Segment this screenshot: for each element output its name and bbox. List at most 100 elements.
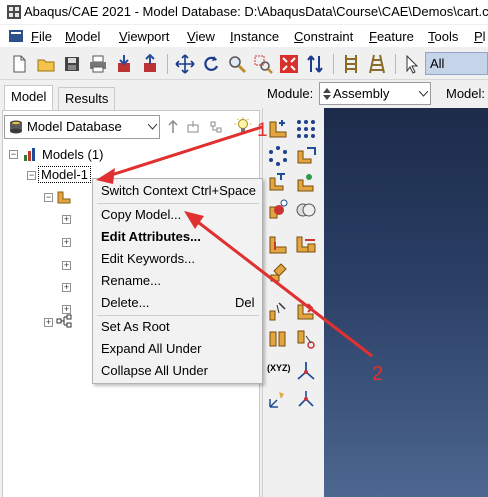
position-constraint-icon[interactable] (267, 234, 289, 256)
edge-to-edge-icon[interactable] (267, 261, 289, 283)
rotate-instance-icon[interactable] (267, 172, 289, 194)
datum-csys-icon[interactable] (295, 388, 317, 410)
menu-item-collapse-all[interactable]: Collapse All Under (101, 363, 208, 378)
tree-expander-models[interactable]: − (9, 150, 18, 159)
tree-expander-child-4[interactable]: + (62, 283, 71, 292)
datum-axis-icon[interactable] (267, 388, 289, 410)
highlight-lightbulb-icon[interactable] (234, 117, 252, 135)
tree-expander-child-1[interactable]: + (62, 215, 71, 224)
boolean-instance-icon[interactable] (295, 199, 317, 221)
menu-item-set-as-root[interactable]: Set As Root (101, 319, 170, 334)
grid-pattern-icon[interactable] (295, 118, 317, 140)
export-icon[interactable] (139, 53, 161, 75)
selection-filter-value: All (430, 56, 445, 71)
title-bar: Abaqus/CAE 2021 - Model Database: D:\Aba… (0, 0, 488, 24)
coincident-point-icon[interactable] (295, 301, 317, 323)
menu-constraint[interactable]: Constraint (294, 29, 353, 44)
radial-pattern-icon[interactable] (267, 145, 289, 167)
face-to-face-icon[interactable] (267, 301, 289, 323)
tree-database-value: Model Database (27, 119, 122, 134)
menu-model[interactable]: Model (65, 29, 100, 44)
menu-item-delete[interactable]: Delete... (101, 295, 149, 310)
menu-tools[interactable]: Tools (428, 29, 458, 44)
menu-bar: File Model Viewport View Instance Constr… (0, 25, 488, 47)
tree-expander-parts[interactable]: − (44, 193, 53, 202)
menu-plugins[interactable]: Pl (474, 29, 486, 44)
window-title: Abaqus/CAE 2021 - Model Database: D:\Aba… (24, 4, 488, 19)
menu-file[interactable]: File (31, 29, 52, 44)
menu-instance[interactable]: Instance (230, 29, 279, 44)
tree-model-1-label[interactable]: Model-1 (38, 166, 91, 183)
module-value: Assembly (333, 86, 390, 101)
annotations-node-icon (56, 314, 72, 328)
menu-item-rename[interactable]: Rename... (101, 273, 161, 288)
abaqus-app-icon (7, 5, 21, 19)
menu-separator (97, 315, 259, 316)
selection-filter-combo[interactable]: All (425, 52, 488, 75)
tree-expander-annotations[interactable]: + (44, 318, 53, 327)
cycle-views-icon[interactable] (304, 53, 326, 75)
instance-part-icon[interactable] (267, 118, 289, 140)
tree-expander-child-2[interactable]: + (62, 238, 71, 247)
assembly-toolbox: (XYZ) (262, 108, 324, 497)
menu-view[interactable]: View (187, 29, 215, 44)
module-combo[interactable]: Assembly (319, 82, 431, 105)
tree-database-combo[interactable]: Model Database (4, 115, 160, 139)
toolbar-separator (167, 54, 168, 74)
menu-item-edit-attributes[interactable]: Edit Attributes... (101, 229, 201, 244)
module-spinner-icon (323, 88, 331, 100)
menu-separator (97, 203, 259, 204)
menu-viewport[interactable]: Viewport (119, 29, 169, 44)
rotate-icon[interactable] (200, 53, 222, 75)
coordinate-xyz-icon[interactable]: (XYZ) (267, 363, 291, 373)
pan-icon[interactable] (174, 53, 196, 75)
select-arrow-icon[interactable] (401, 53, 423, 75)
open-folder-icon[interactable] (35, 53, 57, 75)
main-toolbar: All (0, 48, 488, 80)
models-icon (24, 148, 35, 161)
ladder-alt-icon[interactable] (366, 53, 388, 75)
chevron-down-icon[interactable] (145, 116, 160, 138)
reference-point-icon[interactable] (295, 360, 317, 382)
parallel-face-icon[interactable] (295, 234, 317, 256)
align-edges-icon[interactable] (267, 328, 289, 350)
tab-model[interactable]: Model (4, 85, 54, 111)
menu-item-switch-context[interactable]: Switch Context Ctrl+Space (101, 183, 256, 198)
auto-fit-icon[interactable] (278, 53, 300, 75)
toolbar-separator (333, 54, 334, 74)
database-icon (10, 120, 22, 134)
part-icon (57, 191, 71, 204)
menu-item-expand-all[interactable]: Expand All Under (101, 341, 201, 356)
toolbar-separator (395, 54, 396, 74)
menu-item-copy-model[interactable]: Copy Model... (101, 207, 181, 222)
new-file-icon[interactable] (8, 53, 30, 75)
box-zoom-icon[interactable] (252, 53, 274, 75)
tree-filter-icon[interactable] (209, 120, 223, 134)
model-label: Model: (446, 86, 486, 101)
viewport-canvas[interactable] (324, 108, 488, 497)
chevron-down-icon[interactable] (416, 83, 431, 104)
save-icon[interactable] (61, 53, 83, 75)
tree-models-label[interactable]: Models (1) (42, 147, 103, 162)
cut-instance-icon[interactable] (267, 199, 289, 221)
menu-app-icon[interactable] (8, 28, 24, 44)
tree-up-icon[interactable] (166, 119, 180, 134)
context-menu: Switch Context Ctrl+Space Copy Model... … (92, 178, 263, 384)
merge-instance-icon[interactable] (295, 172, 317, 194)
menu-item-edit-keywords[interactable]: Edit Keywords... (101, 251, 195, 266)
cut-scissors-icon[interactable] (295, 328, 317, 350)
menu-item-delete-shortcut: Del (235, 295, 255, 310)
tab-results[interactable]: Results (58, 87, 116, 110)
translate-instance-icon[interactable] (295, 145, 317, 167)
import-icon[interactable] (113, 53, 135, 75)
ladder-icon[interactable] (340, 53, 362, 75)
print-icon[interactable] (87, 53, 109, 75)
tree-expander-child-3[interactable]: + (62, 261, 71, 270)
zoom-icon[interactable] (226, 53, 248, 75)
annotation-number-1: 1 (257, 120, 268, 141)
menu-feature[interactable]: Feature (369, 29, 414, 44)
tree-parent-folder-icon[interactable] (186, 120, 200, 134)
module-bar: Module: Assembly Model: (262, 80, 488, 108)
module-label: Module: (267, 86, 314, 101)
tree-expander-model-1[interactable]: − (27, 171, 36, 180)
